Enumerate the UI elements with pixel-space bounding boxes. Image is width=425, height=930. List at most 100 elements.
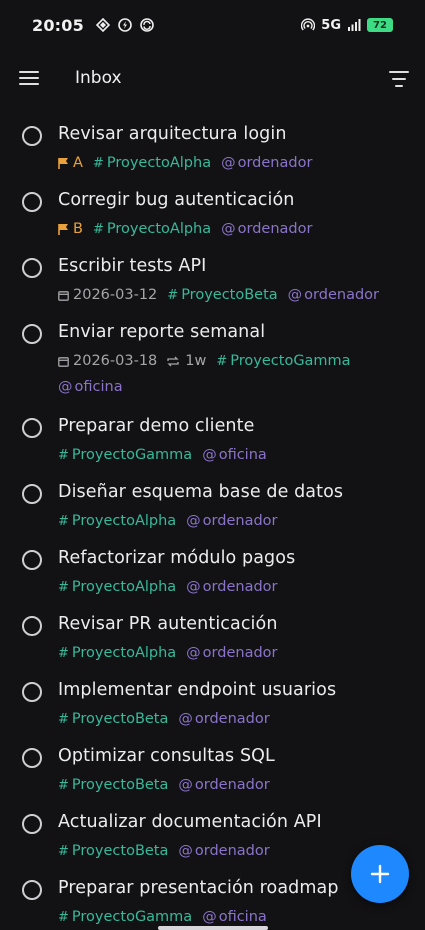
context-tag[interactable]: @ ordenador	[221, 155, 312, 171]
context-tag[interactable]: @ oficina	[58, 379, 123, 395]
task-meta: # ProyectoBeta @ ordenador	[58, 843, 280, 859]
bolt-app-icon	[118, 18, 132, 32]
context-tag[interactable]: @ ordenador	[186, 579, 277, 595]
priority-label: B	[73, 221, 83, 237]
task-checkbox[interactable]	[22, 550, 42, 570]
task-title: Actualizar documentación API	[58, 812, 322, 832]
project-label: ProyectoGamma	[71, 447, 193, 463]
task-checkbox[interactable]	[22, 418, 42, 438]
filter-icon[interactable]	[387, 68, 411, 90]
task-meta: A # ProyectoAlpha @ ordenador	[58, 155, 322, 171]
task-item[interactable]: Enviar reporte semanal 2026-03-18 1w # Pr…	[0, 316, 425, 410]
context-label: ordenador	[202, 513, 278, 529]
project-tag[interactable]: # ProyectoBeta	[58, 711, 168, 727]
context-label: ordenador	[194, 843, 270, 859]
project-tag[interactable]: # ProyectoAlpha	[58, 645, 176, 661]
flag-icon	[58, 158, 68, 169]
task-checkbox[interactable]	[22, 880, 42, 900]
task-item[interactable]: Corregir bug autenticación B # ProyectoAl…	[0, 184, 425, 250]
repeat-tag[interactable]: 1w	[167, 353, 206, 369]
task-meta: # ProyectoAlpha @ ordenador	[58, 645, 288, 661]
priority-tag[interactable]: B	[58, 221, 83, 237]
context-tag[interactable]: @ ordenador	[221, 221, 312, 237]
task-item[interactable]: Diseñar esquema base de datos # ProyectoA…	[0, 476, 425, 542]
task-meta-line2: @ oficina	[58, 379, 133, 395]
project-tag[interactable]: # ProyectoBeta	[58, 843, 168, 859]
task-meta: # ProyectoAlpha @ ordenador	[58, 513, 288, 529]
task-item[interactable]: Preparar demo cliente # ProyectoGamma @ of…	[0, 410, 425, 476]
plus-icon	[370, 864, 390, 884]
signal-icon	[348, 19, 361, 31]
project-tag[interactable]: # ProyectoBeta	[58, 777, 168, 793]
task-item[interactable]: Revisar PR autenticación # ProyectoAlpha …	[0, 608, 425, 674]
task-checkbox[interactable]	[22, 126, 42, 146]
task-item[interactable]: Implementar endpoint usuarios # ProyectoB…	[0, 674, 425, 740]
sync-app-icon	[140, 18, 154, 32]
task-meta: # ProyectoAlpha @ ordenador	[58, 579, 288, 595]
task-title: Refactorizar módulo pagos	[58, 548, 296, 568]
project-tag[interactable]: # ProyectoAlpha	[58, 513, 176, 529]
home-indicator[interactable]	[158, 926, 268, 930]
flag-icon	[58, 224, 68, 235]
task-checkbox[interactable]	[22, 748, 42, 768]
context-tag[interactable]: @ ordenador	[186, 645, 277, 661]
context-tag[interactable]: @ ordenador	[178, 711, 269, 727]
project-tag[interactable]: # ProyectoGamma	[216, 353, 350, 369]
task-item[interactable]: Escribir tests API 2026-03-12 # ProyectoB…	[0, 250, 425, 316]
project-label: ProyectoGamma	[230, 353, 351, 369]
project-tag[interactable]: # ProyectoGamma	[58, 909, 192, 925]
project-label: ProyectoBeta	[181, 287, 278, 303]
hotspot-icon	[301, 18, 316, 31]
task-checkbox[interactable]	[22, 484, 42, 504]
task-meta: 2026-03-18 1w # ProyectoGamma	[58, 353, 361, 369]
context-tag[interactable]: @ ordenador	[186, 513, 277, 529]
due-date-tag[interactable]: 2026-03-18	[58, 353, 157, 369]
task-item[interactable]: Optimizar consultas SQL # ProyectoBeta @ o…	[0, 740, 425, 806]
context-label: ordenador	[237, 155, 313, 171]
task-meta: # ProyectoGamma @ oficina	[58, 447, 277, 463]
project-label: ProyectoAlpha	[106, 221, 212, 237]
context-label: ordenador	[194, 777, 270, 793]
project-tag[interactable]: # ProyectoBeta	[167, 287, 277, 303]
task-checkbox[interactable]	[22, 616, 42, 636]
context-label: ordenador	[202, 645, 278, 661]
task-meta: # ProyectoGamma @ oficina	[58, 909, 277, 925]
status-bar: 20:05 5G 72	[0, 0, 425, 50]
task-item[interactable]: Revisar arquitectura login A # ProyectoAl…	[0, 118, 425, 184]
project-tag[interactable]: # ProyectoGamma	[58, 447, 192, 463]
task-checkbox[interactable]	[22, 192, 42, 212]
hamburger-icon[interactable]	[17, 68, 41, 90]
task-checkbox[interactable]	[22, 258, 42, 278]
battery-level: 72	[373, 19, 387, 31]
context-tag[interactable]: @ ordenador	[288, 287, 379, 303]
priority-tag[interactable]: A	[58, 155, 83, 171]
add-task-button[interactable]	[351, 845, 409, 903]
project-tag[interactable]: # ProyectoAlpha	[58, 579, 176, 595]
task-title: Enviar reporte semanal	[58, 322, 266, 342]
task-title: Corregir bug autenticación	[58, 190, 295, 210]
due-date-tag[interactable]: 2026-03-12	[58, 287, 157, 303]
context-tag[interactable]: @ oficina	[202, 909, 267, 925]
task-checkbox[interactable]	[22, 324, 42, 344]
project-tag[interactable]: # ProyectoAlpha	[93, 155, 211, 171]
screen: 20:05 5G 72 Inbox Revisar arquitectura l…	[0, 0, 425, 930]
task-item[interactable]: Refactorizar módulo pagos # ProyectoAlpha…	[0, 542, 425, 608]
project-tag[interactable]: # ProyectoAlpha	[93, 221, 211, 237]
task-title: Optimizar consultas SQL	[58, 746, 275, 766]
project-label: ProyectoGamma	[71, 909, 193, 925]
due-date-label: 2026-03-18	[73, 353, 158, 369]
network-type: 5G	[321, 17, 341, 33]
status-system-icons: 5G 72	[301, 18, 393, 33]
task-checkbox[interactable]	[22, 814, 42, 834]
task-title: Revisar PR autenticación	[58, 614, 278, 634]
context-tag[interactable]: @ ordenador	[178, 843, 269, 859]
context-tag[interactable]: @ ordenador	[178, 777, 269, 793]
task-meta: # ProyectoBeta @ ordenador	[58, 777, 280, 793]
context-label: ordenador	[194, 711, 270, 727]
due-date-label: 2026-03-12	[73, 287, 158, 303]
task-checkbox[interactable]	[22, 682, 42, 702]
calendar-icon	[58, 290, 69, 301]
context-label: oficina	[218, 447, 267, 463]
context-label: oficina	[74, 379, 123, 395]
context-tag[interactable]: @ oficina	[202, 447, 267, 463]
